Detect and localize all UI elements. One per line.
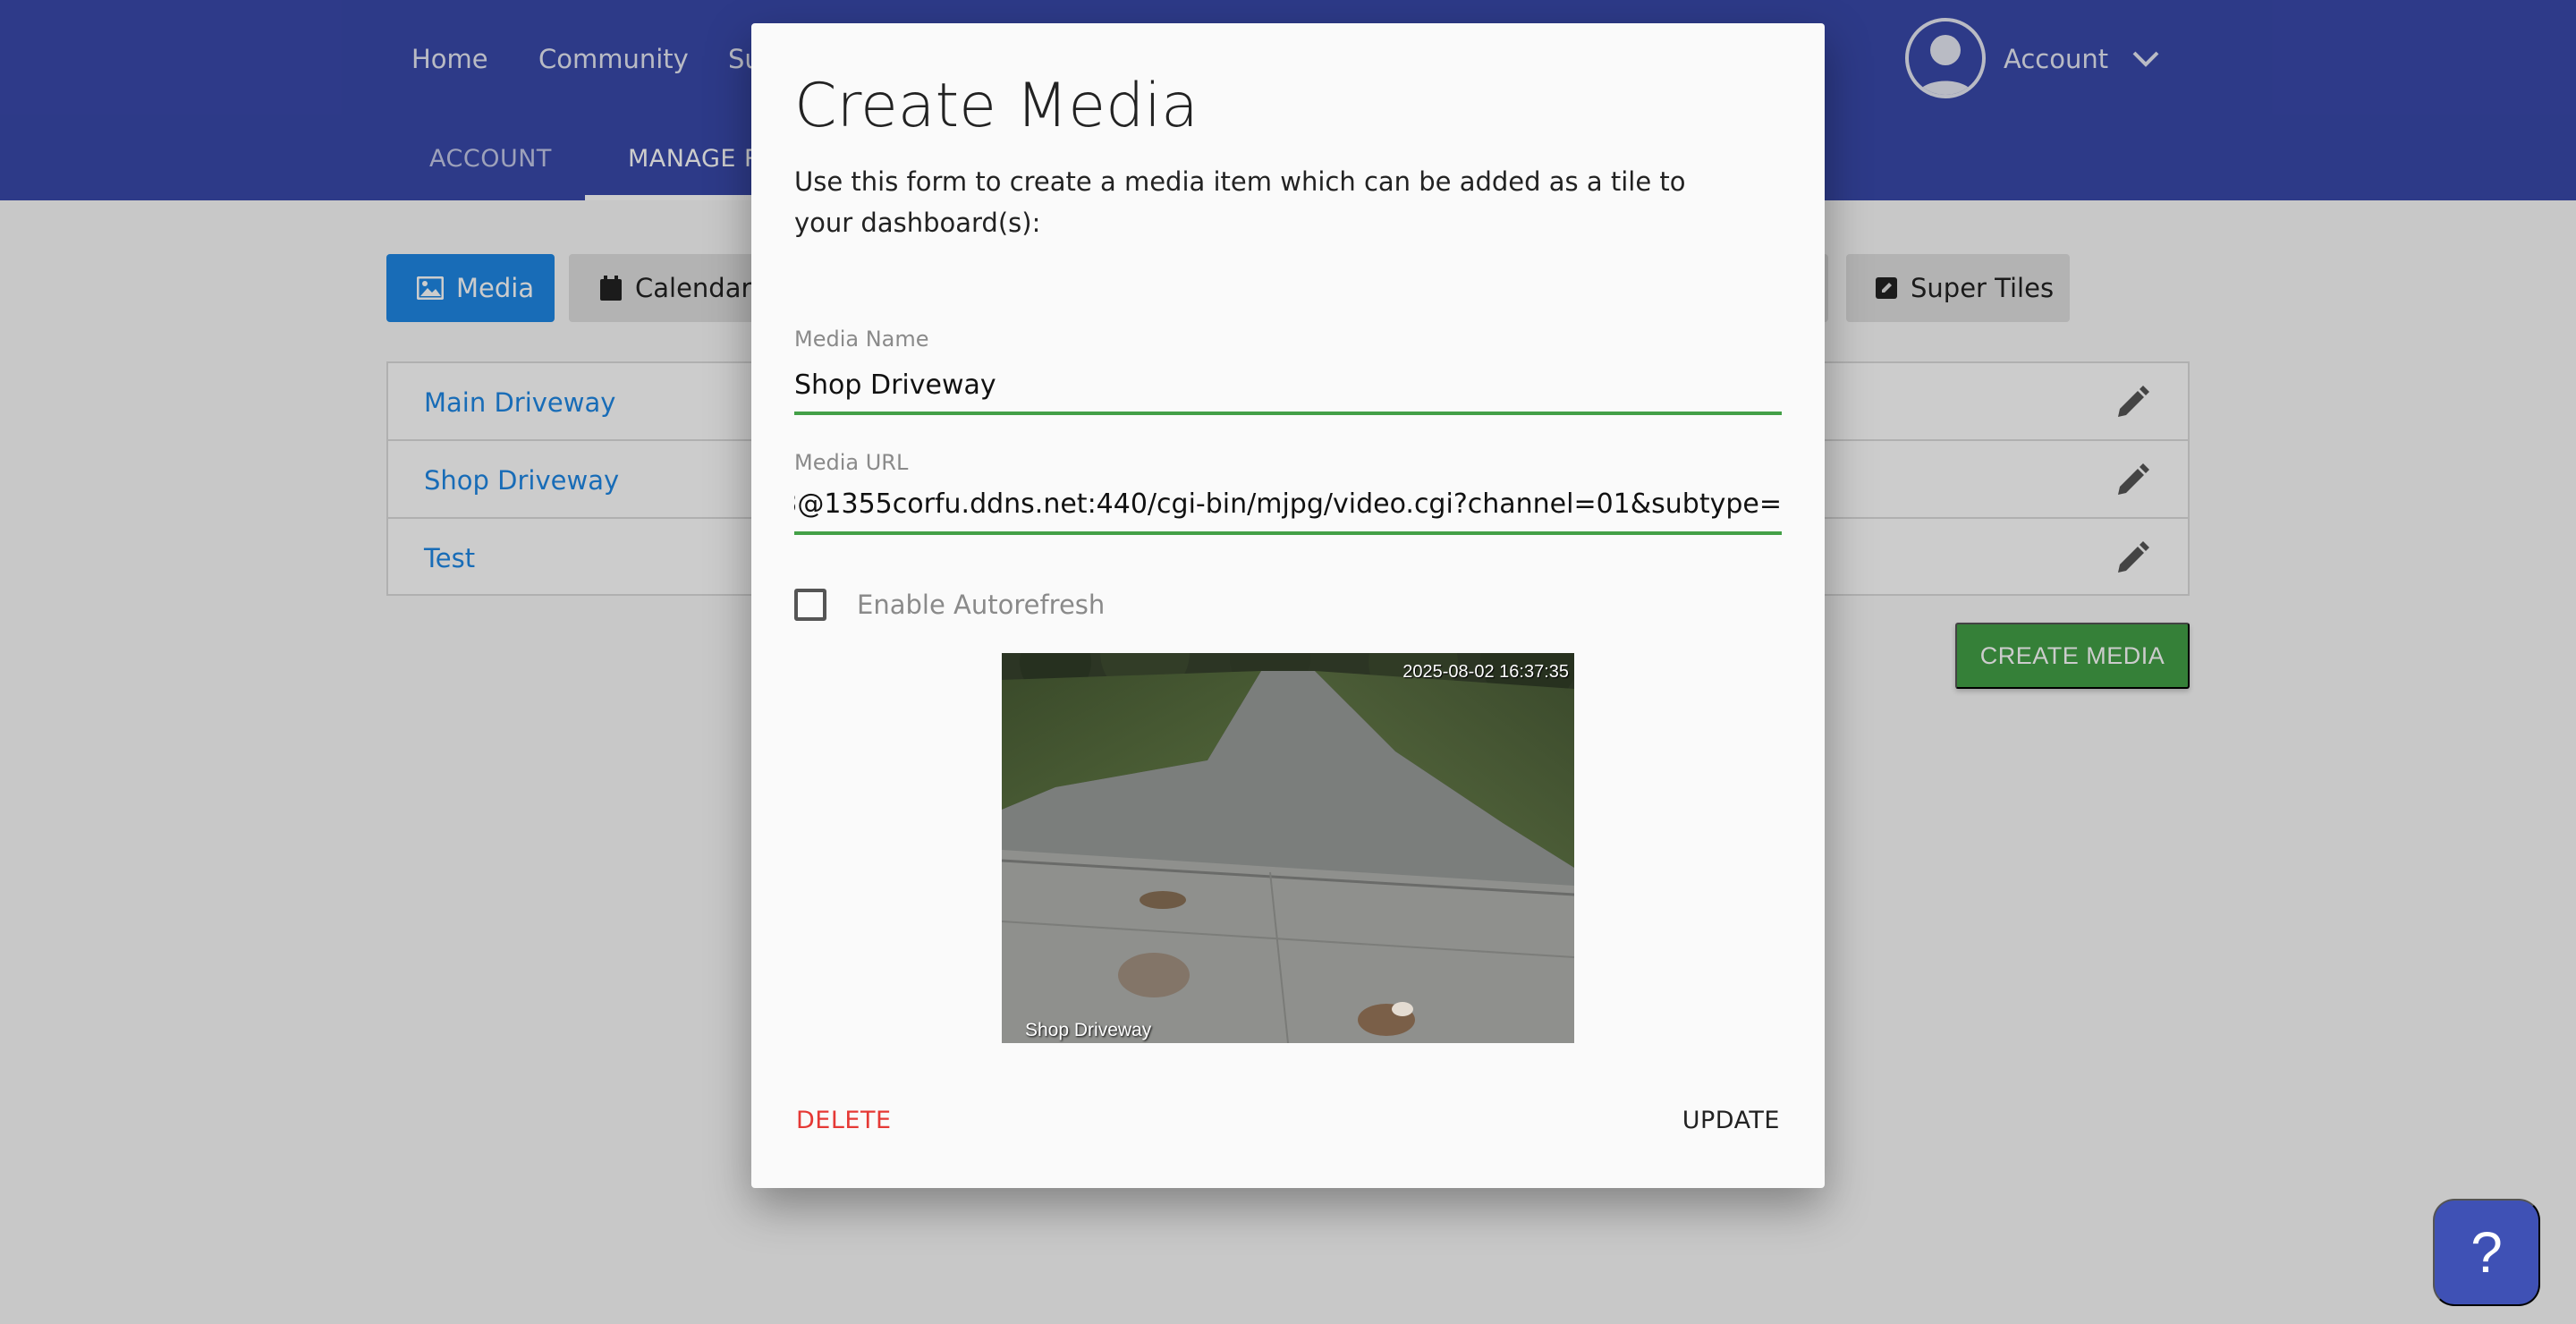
dialog-title: Create Media	[794, 71, 1199, 141]
driveway-camera-image	[1002, 653, 1574, 1043]
delete-button[interactable]: DELETE	[796, 1099, 892, 1143]
media-url-label: Media URL	[794, 450, 909, 475]
autorefresh-checkbox[interactable]	[794, 589, 826, 621]
media-preview-image: 2025-08-02 16:37:35 Shop Driveway	[1002, 653, 1574, 1043]
create-media-dialog: Create Media Use this form to create a m…	[751, 23, 1825, 1188]
help-button[interactable]: ?	[2433, 1199, 2540, 1306]
preview-timestamp: 2025-08-02 16:37:35	[1402, 662, 1569, 682]
media-name-field[interactable]	[794, 358, 1782, 415]
autorefresh-label[interactable]: Enable Autorefresh	[857, 587, 1105, 623]
media-url-field[interactable]: ter123@1355corfu.ddns.net:440/cgi-bin/mj…	[794, 478, 1782, 535]
media-url-value: ter123@1355corfu.ddns.net:440/cgi-bin/mj…	[794, 488, 1782, 520]
dialog-description: Use this form to create a media item whi…	[794, 166, 1686, 238]
update-button[interactable]: UPDATE	[1682, 1099, 1780, 1143]
media-name-label: Media Name	[794, 327, 929, 352]
preview-caption: Shop Driveway	[1025, 1020, 1152, 1040]
